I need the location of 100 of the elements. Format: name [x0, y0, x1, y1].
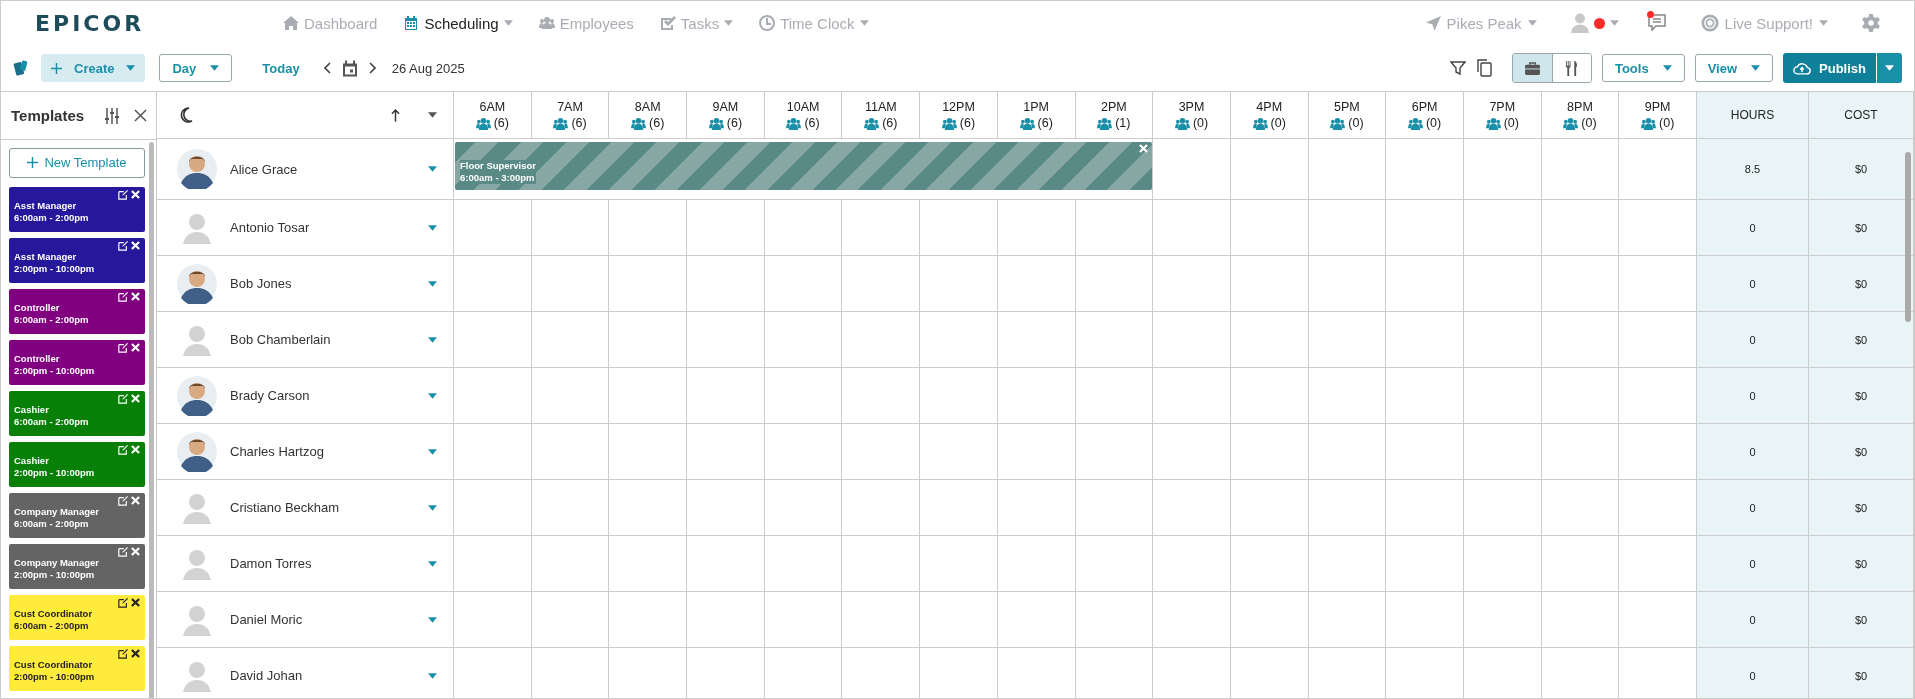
live-support-dropdown[interactable]: Live Support! — [1694, 13, 1834, 33]
schedule-cell[interactable] — [997, 592, 1076, 648]
schedule-cell[interactable] — [1308, 256, 1387, 312]
sort-menu-button[interactable] — [428, 112, 437, 118]
schedule-cell[interactable] — [1075, 200, 1154, 256]
sliders-button[interactable] — [104, 107, 121, 124]
schedule-cell[interactable] — [454, 592, 532, 648]
schedule-cell[interactable] — [454, 256, 532, 312]
schedule-cell[interactable] — [1308, 480, 1387, 536]
schedule-cell[interactable] — [842, 312, 921, 368]
schedule-cell[interactable] — [1153, 480, 1231, 536]
row-menu-button[interactable] — [428, 336, 437, 343]
row-menu-button[interactable] — [428, 448, 437, 455]
schedule-cell[interactable] — [687, 368, 765, 424]
schedule-cell[interactable] — [1308, 368, 1387, 424]
schedule-cell[interactable] — [1153, 200, 1231, 256]
schedule-cell[interactable] — [687, 200, 765, 256]
schedule-cell[interactable] — [531, 200, 610, 256]
schedule-cell[interactable] — [454, 200, 532, 256]
row-menu-button[interactable] — [428, 560, 437, 567]
schedule-cell[interactable] — [687, 256, 765, 312]
schedule-cell[interactable] — [764, 536, 843, 592]
schedule-cell[interactable] — [687, 480, 765, 536]
nav-item[interactable]: Time Clock — [759, 14, 869, 32]
tools-dropdown[interactable]: Tools — [1601, 54, 1685, 82]
schedule-cell[interactable] — [920, 312, 998, 368]
schedule-cell[interactable] — [1386, 424, 1464, 480]
schedule-cell[interactable] — [1463, 480, 1542, 536]
schedule-cell[interactable] — [1153, 368, 1231, 424]
schedule-cell[interactable] — [842, 368, 921, 424]
row-menu-button[interactable] — [428, 672, 437, 679]
schedule-cell[interactable] — [609, 312, 688, 368]
schedule-cell[interactable] — [454, 312, 532, 368]
view-mode-dropdown[interactable]: Day — [159, 54, 233, 82]
schedule-cell[interactable] — [764, 424, 843, 480]
schedule-cell[interactable] — [1153, 139, 1231, 200]
remove-shift-button[interactable] — [1139, 144, 1149, 153]
schedule-cell[interactable] — [1386, 368, 1464, 424]
schedule-cell[interactable] — [1153, 256, 1231, 312]
schedule-cell[interactable] — [1230, 592, 1309, 648]
schedule-cell[interactable] — [1075, 424, 1154, 480]
settings-button[interactable] — [1862, 14, 1880, 32]
schedule-cell[interactable] — [1075, 480, 1154, 536]
schedule-cell[interactable] — [1386, 536, 1464, 592]
schedule-cell[interactable] — [1075, 368, 1154, 424]
today-button[interactable]: Today — [256, 59, 306, 77]
schedule-cell[interactable] — [997, 256, 1076, 312]
row-menu-button[interactable] — [428, 616, 437, 623]
schedule-cell[interactable] — [997, 536, 1076, 592]
row-menu-button[interactable] — [428, 224, 437, 231]
schedule-cell[interactable] — [1541, 424, 1620, 480]
schedule-cell[interactable] — [609, 368, 688, 424]
schedule-cell[interactable] — [764, 368, 843, 424]
publish-menu-button[interactable] — [1876, 53, 1902, 83]
schedule-cell[interactable] — [1230, 424, 1309, 480]
row-menu-button[interactable] — [428, 504, 437, 511]
schedule-cell[interactable] — [842, 424, 921, 480]
schedule-cell[interactable] — [1308, 200, 1387, 256]
schedule-cell[interactable] — [1541, 480, 1620, 536]
schedule-cell[interactable] — [920, 536, 998, 592]
close-button[interactable] — [134, 109, 148, 122]
scrollbar[interactable] — [149, 142, 154, 698]
schedule-cell[interactable] — [1153, 592, 1231, 648]
schedule-cell[interactable] — [842, 592, 921, 648]
schedule-cell[interactable] — [609, 200, 688, 256]
schedule-cell[interactable] — [920, 200, 998, 256]
schedule-cell[interactable] — [454, 480, 532, 536]
schedule-cell[interactable] — [1541, 592, 1620, 648]
nav-item[interactable]: Tasks — [659, 14, 734, 32]
create-button[interactable]: Create — [41, 54, 146, 82]
schedule-cell[interactable] — [454, 536, 532, 592]
scrollbar[interactable] — [1905, 152, 1911, 322]
schedule-cell[interactable] — [687, 592, 765, 648]
schedule-cell[interactable] — [1463, 536, 1542, 592]
row-menu-button[interactable] — [428, 280, 437, 287]
schedule-cell[interactable] — [1230, 480, 1309, 536]
schedule-cell[interactable] — [1386, 200, 1464, 256]
schedule-cell[interactable] — [997, 368, 1076, 424]
schedule-cell[interactable] — [1075, 256, 1154, 312]
schedule-cell[interactable] — [1153, 424, 1231, 480]
schedule-cell[interactable] — [531, 312, 610, 368]
nav-item[interactable]: Employees — [538, 14, 634, 32]
schedule-cell[interactable] — [1386, 480, 1464, 536]
next-button[interactable] — [367, 62, 376, 74]
schedule-cell[interactable] — [1463, 312, 1542, 368]
schedule-cell[interactable] — [764, 312, 843, 368]
schedule-cell[interactable] — [1230, 200, 1309, 256]
schedule-cell[interactable] — [1541, 200, 1620, 256]
schedule-cell[interactable] — [1153, 536, 1231, 592]
schedule-cell[interactable] — [920, 256, 998, 312]
schedule-cell[interactable] — [609, 424, 688, 480]
schedule-cell[interactable] — [454, 424, 532, 480]
schedule-cell[interactable] — [531, 424, 610, 480]
row-menu-button[interactable] — [428, 166, 437, 172]
schedule-cell[interactable] — [1463, 592, 1542, 648]
schedule-cell[interactable] — [764, 200, 843, 256]
schedule-cell[interactable] — [920, 424, 998, 480]
schedule-cell[interactable] — [609, 592, 688, 648]
schedule-cell[interactable] — [764, 256, 843, 312]
schedule-cell[interactable] — [1386, 312, 1464, 368]
